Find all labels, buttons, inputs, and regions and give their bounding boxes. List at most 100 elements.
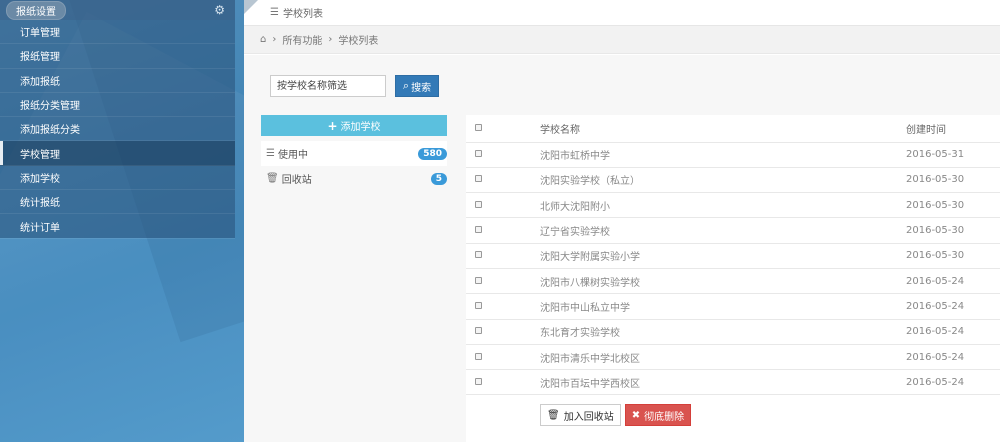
sidebar-toggle[interactable] [244,0,258,14]
table-row[interactable]: 辽宁省实验学校 2016-05-30 [466,217,1000,244]
side-menu-header[interactable]: 报纸设置 ⚙ [0,0,235,20]
filter-in-use[interactable]: ☰ 使用中 580 [261,141,447,166]
school-name-cell: 沈阳市中山私立中学 [540,293,906,320]
sidebar-item-label: 学校管理 [20,149,60,161]
created-date-cell: 2016-05-24 [906,369,1000,396]
breadcrumb: ⌂ › 所有功能 › 学校列表 [244,26,1000,54]
sidebar-item-schools[interactable]: 学校管理 [0,141,235,166]
row-checkbox[interactable] [466,167,540,194]
school-name-cell: 东北育才实验学校 [540,319,906,345]
trash-icon: 🗑 [547,409,560,421]
row-checkbox[interactable] [466,293,540,320]
gear-icon[interactable]: ⚙ [214,3,225,17]
table-row[interactable]: 北师大沈阳附小 2016-05-30 [466,192,1000,219]
school-name-cell: 沈阳市虹桥中学 [540,142,906,168]
sidebar-item-add-category[interactable]: 添加报纸分类 [0,117,235,142]
school-name-cell: 沈阳市八棵树实验学校 [540,268,906,295]
sidebar-item-label: 添加报纸分类 [20,125,80,137]
created-date-cell: 2016-05-31 [906,142,1000,168]
row-checkbox[interactable] [466,344,540,371]
breadcrumb-school-list: 学校列表 [338,36,379,47]
close-icon: ✖ [631,409,641,421]
search-button-label: 搜索 [411,82,432,94]
sidebar: 报纸设置 ⚙ 订单管理 报纸管理 添加报纸 报纸分类管理 添加报纸分类 学校管理… [0,0,244,442]
row-checkbox[interactable] [466,319,540,345]
created-date-cell: 2016-05-30 [906,217,1000,244]
table-row[interactable]: 东北育才实验学校 2016-05-24 [466,319,1000,345]
sidebar-item-label: 添加报纸 [20,76,60,88]
in-use-count-badge: 580 [418,147,447,160]
sidebar-item-order-stats[interactable]: 统计订单 [0,214,235,239]
breadcrumb-all-functions[interactable]: 所有功能 [282,32,322,47]
school-name-cell: 沈阳市百坛中学西校区 [540,369,906,396]
school-filter-panel: + 添加学校 ☰ 使用中 580 🗑 回收站 5 [261,115,447,191]
row-checkbox[interactable] [466,268,540,295]
row-checkbox[interactable] [466,142,540,168]
side-menu: 报纸设置 ⚙ 订单管理 报纸管理 添加报纸 报纸分类管理 添加报纸分类 学校管理… [0,0,235,239]
school-name-cell: 辽宁省实验学校 [540,217,906,244]
sidebar-item-add-newspaper[interactable]: 添加报纸 [0,69,235,93]
sidebar-item-newspapers[interactable]: 报纸管理 [0,44,235,69]
filter-recycle-bin[interactable]: 🗑 回收站 5 [261,166,447,191]
main-area: ☰ 学校列表 ⌂ › 所有功能 › 学校列表 ⌕ 搜索 + 添加学校 ☰ 使用中… [244,0,1000,442]
search-row: ⌕ 搜索 [270,75,439,97]
created-date-cell: 2016-05-24 [906,344,1000,371]
sidebar-item-label: 订单管理 [20,28,60,40]
list-icon: ☰ [266,148,275,159]
bulk-actions: 🗑 加入回收站 ✖ 彻底删除 [540,404,692,426]
search-button[interactable]: ⌕ 搜索 [395,75,439,97]
add-school-label: 添加学校 [340,122,381,133]
in-use-label: 使用中 [277,150,308,161]
search-icon: ⌕ [402,79,410,92]
row-checkbox[interactable] [466,192,540,219]
add-school-button[interactable]: + 添加学校 [261,115,447,136]
sidebar-item-newspaper-categories[interactable]: 报纸分类管理 [0,93,235,118]
table-row[interactable]: 沈阳市八棵树实验学校 2016-05-24 [466,268,1000,295]
table-header-row: 学校名称 创建时间 [466,115,1000,143]
column-header-school-name[interactable]: 学校名称 [540,115,906,143]
move-to-recycle-button[interactable]: 🗑 加入回收站 [540,404,621,426]
school-name-cell: 沈阳市清乐中学北校区 [540,344,906,371]
created-date-cell: 2016-05-30 [906,167,1000,194]
school-name-cell: 沈阳大学附属实验小学 [540,243,906,269]
sidebar-item-newspaper-stats[interactable]: 统计报纸 [0,190,235,215]
school-table: 学校名称 创建时间 沈阳市虹桥中学 2016-05-31 沈阳实验学校（私立） 20… [466,115,1000,396]
search-input[interactable] [270,75,386,97]
recycle-label: 回收站 [281,175,312,186]
permanent-delete-button[interactable]: ✖ 彻底删除 [624,404,692,426]
column-header-created-time[interactable]: 创建时间 [906,115,1000,143]
sidebar-item-orders[interactable]: 订单管理 [0,20,235,45]
list-icon: ☰ [270,7,279,18]
sidebar-item-label: 报纸分类管理 [20,101,80,113]
created-date-cell: 2016-05-30 [906,243,1000,269]
row-checkbox[interactable] [466,217,540,244]
table-row[interactable]: 沈阳市清乐中学北校区 2016-05-24 [466,344,1000,371]
select-all-checkbox[interactable] [466,115,540,143]
move-to-recycle-label: 加入回收站 [563,411,614,423]
table-row[interactable]: 沈阳大学附属实验小学 2016-05-30 [466,243,1000,269]
table-row[interactable]: 沈阳市百坛中学西校区 2016-05-24 [466,369,1000,396]
created-date-cell: 2016-05-24 [906,293,1000,320]
sidebar-item-label: 报纸管理 [20,52,60,64]
page-title: 学校列表 [282,9,323,20]
top-bar: ☰ 学校列表 [244,0,1000,26]
table-row[interactable]: 沈阳市虹桥中学 2016-05-31 [466,142,1000,168]
breadcrumb-separator: › [328,34,333,45]
table-row[interactable]: 沈阳市中山私立中学 2016-05-24 [466,293,1000,320]
sidebar-item-add-school[interactable]: 添加学校 [0,166,235,191]
home-icon[interactable]: ⌂ [260,34,266,45]
permanent-delete-label: 彻底删除 [644,411,685,423]
sidebar-item-label: 添加学校 [20,173,60,185]
school-table-panel: 学校名称 创建时间 沈阳市虹桥中学 2016-05-31 沈阳实验学校（私立） 20… [466,115,1000,442]
breadcrumb-separator: › [272,34,277,45]
sidebar-item-label: 统计报纸 [20,198,60,210]
school-name-cell: 北师大沈阳附小 [540,192,906,219]
plus-icon: + [327,118,338,133]
trash-icon: 🗑 [266,173,279,184]
created-date-cell: 2016-05-24 [906,268,1000,295]
created-date-cell: 2016-05-24 [906,319,1000,345]
row-checkbox[interactable] [466,243,540,269]
recycle-count-badge: 5 [430,172,447,185]
table-row[interactable]: 沈阳实验学校（私立） 2016-05-30 [466,167,1000,194]
row-checkbox[interactable] [466,369,540,396]
